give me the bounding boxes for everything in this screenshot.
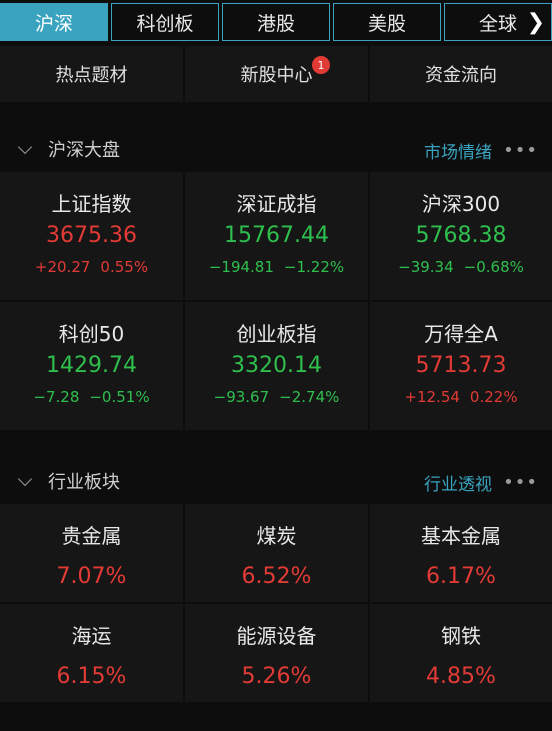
sector-card[interactable]: 能源设备 5.26% <box>185 604 368 702</box>
sector-percent: 5.26% <box>241 664 312 689</box>
more-icon[interactable]: ••• <box>503 472 538 493</box>
index-change: −93.67 −2.74% <box>185 388 368 406</box>
change-percent: 0.22% <box>469 388 518 406</box>
quick-label: 资金流向 <box>425 65 497 86</box>
change-amount: +20.27 <box>34 258 91 276</box>
quick-hot-topics[interactable]: 热点题材 <box>0 46 183 102</box>
index-card-shenzhen[interactable]: 深证成指 15767.44 −194.81 −1.22% <box>185 172 368 300</box>
quick-label: 热点题材 <box>55 65 128 86</box>
sector-percent: 6.52% <box>241 564 312 589</box>
index-name: 万得全A <box>424 322 498 346</box>
index-change: +12.54 0.22% <box>370 388 552 406</box>
quick-fund-flow[interactable]: 资金流向 <box>370 46 552 102</box>
index-change: −7.28 −0.51% <box>0 388 183 406</box>
change-percent: −0.51% <box>89 388 150 406</box>
change-amount: −7.28 <box>33 388 80 406</box>
industry-insight-link[interactable]: 行业透视 <box>424 470 492 495</box>
change-amount: −194.81 <box>208 258 274 276</box>
index-change: −194.81 −1.22% <box>185 258 368 276</box>
sector-name: 能源设备 <box>236 624 317 648</box>
change-percent: −0.68% <box>463 258 524 276</box>
quick-label: 新股中心 <box>240 65 313 86</box>
sector-card[interactable]: 钢铁 4.85% <box>370 604 552 702</box>
tab-us[interactable]: 美股 <box>333 3 441 41</box>
sector-name: 基本金属 <box>421 524 501 548</box>
sector-percent: 6.15% <box>56 664 127 689</box>
sector-percent: 7.07% <box>56 564 127 589</box>
index-name: 科创50 <box>58 322 125 346</box>
sector-name: 钢铁 <box>441 624 481 648</box>
index-change: +20.27 0.55% <box>0 258 183 276</box>
quick-ipo-center[interactable]: 新股中心 1 <box>185 46 368 102</box>
change-percent: 0.55% <box>100 258 149 276</box>
index-name: 创业板指 <box>236 322 317 346</box>
section-title: 行业板块 <box>48 472 120 493</box>
sector-percent: 4.85% <box>426 664 496 689</box>
market-tabs: 沪深 科创板 港股 美股 全球 ❯ <box>0 3 552 43</box>
index-card-wind-a[interactable]: 万得全A 5713.73 +12.54 0.22% <box>370 302 552 430</box>
index-name: 沪深300 <box>421 192 501 216</box>
chevron-down-icon[interactable] <box>17 471 33 487</box>
market-section-header: 沪深大盘 市场情绪 ••• <box>0 130 552 166</box>
tab-kechuang[interactable]: 科创板 <box>111 3 219 41</box>
change-percent: −1.22% <box>283 258 345 276</box>
index-card-chinext[interactable]: 创业板指 3320.14 −93.67 −2.74% <box>185 302 368 430</box>
sector-card[interactable]: 贵金属 7.07% <box>0 504 183 602</box>
section-title: 沪深大盘 <box>48 140 120 161</box>
index-value: 3320.14 <box>231 353 322 378</box>
market-sentiment-link[interactable]: 市场情绪 <box>424 138 492 163</box>
notification-badge: 1 <box>312 56 330 74</box>
chevron-right-icon[interactable]: ❯ <box>527 10 545 35</box>
sector-section-header: 行业板块 行业透视 ••• <box>0 462 552 498</box>
chevron-down-icon[interactable] <box>17 139 33 155</box>
sector-card[interactable]: 基本金属 6.17% <box>370 504 552 602</box>
index-card-star50[interactable]: 科创50 1429.74 −7.28 −0.51% <box>0 302 183 430</box>
sector-name: 煤炭 <box>256 524 297 548</box>
index-value: 3675.36 <box>46 223 137 248</box>
change-amount: −39.34 <box>398 258 454 276</box>
sector-card[interactable]: 煤炭 6.52% <box>185 504 368 602</box>
sector-name: 贵金属 <box>61 524 122 548</box>
tab-hushen[interactable]: 沪深 <box>0 3 108 41</box>
sector-card[interactable]: 海运 6.15% <box>0 604 183 702</box>
index-card-shanghai[interactable]: 上证指数 3675.36 +20.27 0.55% <box>0 172 183 300</box>
index-value: 5713.73 <box>415 353 507 378</box>
change-amount: +12.54 <box>404 388 460 406</box>
index-value: 1429.74 <box>46 353 137 378</box>
quick-nav: 热点题材 新股中心 1 资金流向 <box>0 46 552 102</box>
index-change: −39.34 −0.68% <box>370 258 552 276</box>
index-name: 上证指数 <box>51 192 132 216</box>
index-card-csi300[interactable]: 沪深300 5768.38 −39.34 −0.68% <box>370 172 552 300</box>
more-icon[interactable]: ••• <box>503 140 538 161</box>
change-percent: −2.74% <box>279 388 340 406</box>
tab-global-label: 全球 <box>479 12 518 35</box>
change-amount: −93.67 <box>213 388 270 406</box>
tab-global[interactable]: 全球 ❯ <box>444 3 552 41</box>
sector-percent: 6.17% <box>426 564 496 589</box>
index-name: 深证成指 <box>236 192 317 216</box>
index-value: 15767.44 <box>224 223 329 248</box>
sector-name: 海运 <box>71 624 112 648</box>
tab-hk[interactable]: 港股 <box>222 3 330 41</box>
index-value: 5768.38 <box>415 223 507 248</box>
